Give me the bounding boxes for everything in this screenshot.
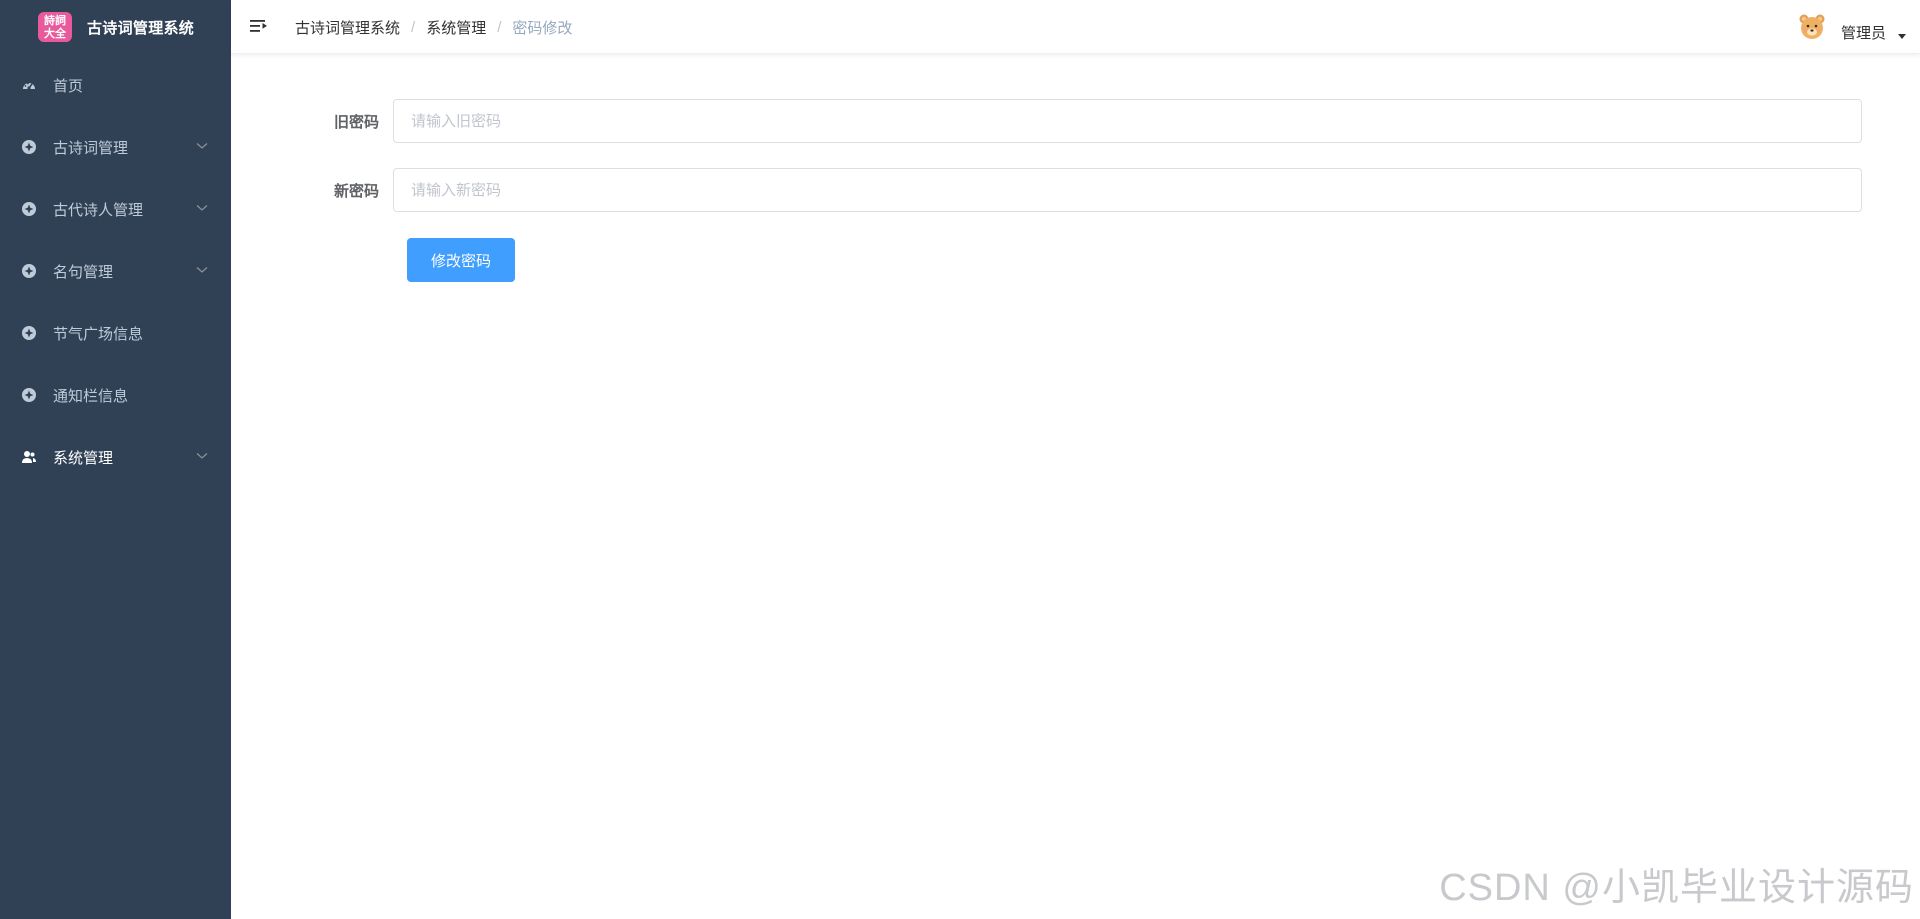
breadcrumb-item-system[interactable]: 系统管理	[426, 17, 486, 38]
sidebar-item-system[interactable]: 系统管理	[0, 426, 231, 488]
sidebar-item-notices[interactable]: 通知栏信息	[0, 364, 231, 426]
dashboard-icon	[21, 77, 37, 93]
logo-text-top: 詩詞	[44, 14, 66, 27]
caret-down-icon	[1898, 33, 1906, 39]
circle-plus-icon	[21, 139, 37, 155]
chevron-down-icon	[196, 267, 208, 273]
sidebar-item-label: 名句管理	[53, 263, 114, 281]
sidebar-item-poets[interactable]: 古代诗人管理	[0, 178, 231, 240]
sidebar: 詩詞 大全 古诗词管理系统 首页 古诗词管理 古代诗人管理 名句管理 节气广场信…	[0, 0, 231, 919]
logo-icon: 詩詞 大全	[38, 12, 72, 42]
breadcrumb-separator: /	[411, 18, 416, 36]
app-root: 詩詞 大全 古诗词管理系统 首页 古诗词管理 古代诗人管理 名句管理 节气广场信…	[0, 0, 1920, 919]
new-password-row: 新密码	[231, 168, 1862, 212]
sidebar-item-label: 古诗词管理	[53, 139, 129, 157]
user-dropdown[interactable]: 管理员	[1797, 0, 1906, 54]
new-password-input[interactable]	[393, 168, 1862, 212]
circle-plus-icon	[21, 263, 37, 279]
circle-plus-icon	[21, 201, 37, 217]
old-password-row: 旧密码	[231, 99, 1862, 143]
username: 管理员	[1840, 24, 1886, 42]
breadcrumb-separator: /	[497, 18, 502, 36]
old-password-label: 旧密码	[333, 113, 379, 131]
sidebar-item-label: 通知栏信息	[53, 387, 129, 405]
navbar: 古诗词管理系统 / 系统管理 / 密码修改 管理员	[231, 0, 1920, 54]
chevron-down-icon	[196, 453, 208, 459]
main-content: 旧密码 新密码 修改密码	[231, 55, 1920, 919]
sidebar-item-poems[interactable]: 古诗词管理	[0, 116, 231, 178]
sidebar-item-label: 节气广场信息	[53, 325, 144, 343]
sidebar-logo[interactable]: 詩詞 大全 古诗词管理系统	[0, 0, 231, 54]
sidebar-menu: 首页 古诗词管理 古代诗人管理 名句管理 节气广场信息 通知栏信息 系统管理	[0, 54, 231, 488]
new-password-label: 新密码	[333, 182, 379, 200]
bear-avatar-icon	[1799, 14, 1825, 39]
circle-plus-icon	[21, 387, 37, 403]
change-password-button[interactable]: 修改密码	[407, 238, 515, 282]
breadcrumb-item-current: 密码修改	[512, 19, 573, 37]
sidebar-item-label: 古代诗人管理	[53, 201, 144, 219]
sidebar-item-home[interactable]: 首页	[0, 54, 231, 116]
menu-fold-icon[interactable]	[249, 17, 269, 37]
user-icon	[21, 449, 37, 465]
sidebar-item-label: 首页	[53, 77, 84, 95]
chevron-down-icon	[196, 143, 208, 149]
sidebar-item-solar-terms[interactable]: 节气广场信息	[0, 302, 231, 364]
logo-text-bottom: 大全	[44, 27, 66, 40]
sidebar-item-label: 系统管理	[53, 449, 114, 467]
sidebar-item-quotes[interactable]: 名句管理	[0, 240, 231, 302]
circle-plus-icon	[21, 325, 37, 341]
app-title: 古诗词管理系统	[87, 19, 195, 37]
breadcrumb-item-home[interactable]: 古诗词管理系统	[295, 17, 400, 38]
old-password-input[interactable]	[393, 99, 1862, 143]
chevron-down-icon	[196, 205, 208, 211]
breadcrumb: 古诗词管理系统 / 系统管理 / 密码修改	[295, 0, 572, 54]
